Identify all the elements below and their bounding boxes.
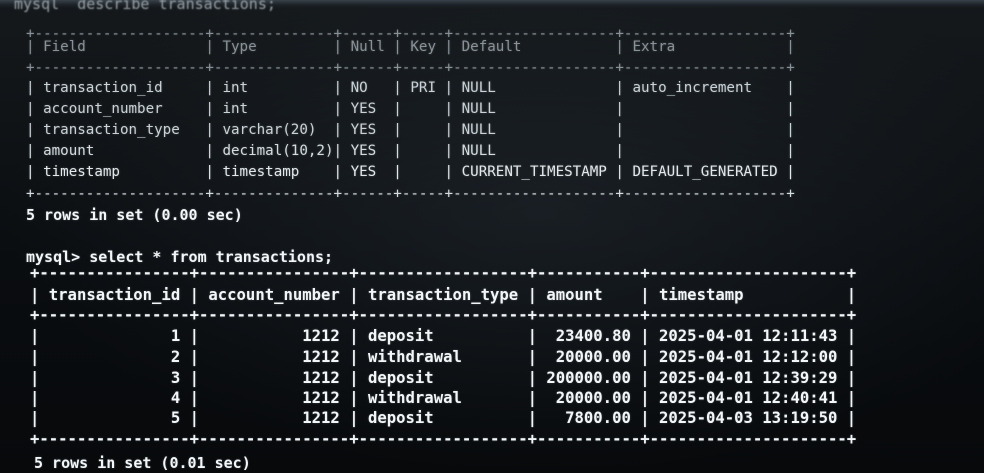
select-row: | 3 | 1212 | deposit | 200000.00 | 2025-… [30, 369, 857, 387]
describe-row: | timestamp | timestamp | YES | | CURREN… [26, 164, 795, 180]
select-row: | 5 | 1212 | deposit | 7800.00 | 2025-04… [30, 409, 857, 427]
select-row: | 1 | 1212 | deposit | 23400.80 | 2025-0… [30, 327, 857, 345]
describe-header: | Field | Type | Null | Key | Default | … [26, 39, 795, 55]
terminal-screen[interactable]: mysql describe transactions; +----------… [0, 0, 984, 473]
select-summary: 5 rows in set (0.01 sec) [34, 454, 251, 472]
top-command-line: mysql describe transactions; [14, 0, 276, 13]
select-border-top: +----------------+----------------+-----… [30, 264, 857, 282]
describe-border-mid: +--------------------+--------------+---… [26, 60, 795, 76]
describe-summary: 5 rows in set (0.00 sec) [26, 206, 243, 224]
describe-border-bottom: +--------------------+--------------+---… [26, 186, 795, 202]
describe-row: | transaction_id | int | NO | PRI | NULL… [26, 80, 795, 96]
select-border-mid: +----------------+----------------+-----… [30, 306, 857, 324]
describe-row: | transaction_type | varchar(20) | YES |… [26, 122, 795, 138]
select-border-bottom: +----------------+----------------+-----… [30, 430, 857, 448]
describe-row: | account_number | int | YES | | NULL | … [26, 101, 795, 117]
select-row: | 2 | 1212 | withdrawal | 20000.00 | 202… [30, 348, 857, 366]
describe-row: | amount | decimal(10,2)| YES | | NULL |… [26, 143, 795, 159]
select-header: | transaction_id | account_number | tran… [30, 286, 857, 304]
select-row: | 4 | 1212 | withdrawal | 20000.00 | 202… [30, 389, 857, 407]
